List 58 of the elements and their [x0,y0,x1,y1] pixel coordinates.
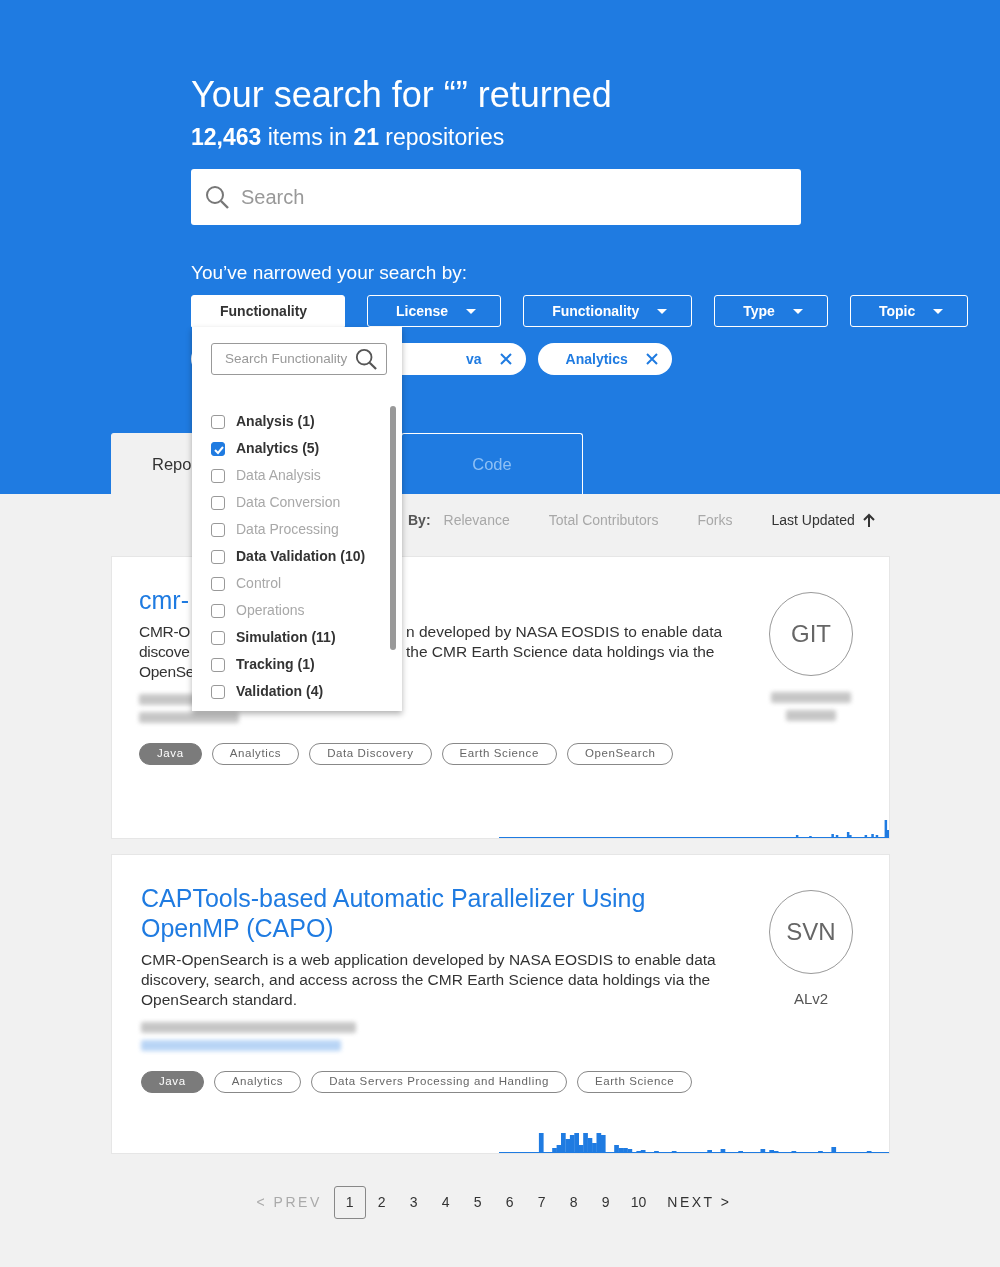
close-icon [499,353,512,365]
checkbox[interactable] [211,414,225,429]
filter-option[interactable]: Tracking (1) [211,651,387,678]
caret-icon [933,308,944,314]
repository-title-link[interactable]: CAPTools-based Automatic Parallelizer Using OpenMP (CAPO) [141,883,701,943]
checkbox[interactable] [211,441,225,456]
checkbox[interactable] [211,684,225,699]
search-result-heading: Your search for “” returned [191,74,613,116]
close-icon [645,353,658,365]
filter-option[interactable]: Simulation (11) [211,624,387,651]
next-page-link[interactable]: NEXT > [655,1192,744,1213]
page-link[interactable]: 9 [589,1186,622,1219]
blurred-text [786,710,836,721]
page-link[interactable]: 2 [365,1186,398,1219]
arrow-up-icon [862,512,875,528]
tag[interactable]: Java [139,743,202,765]
filter-caption: You’ve narrowed your search by: [191,260,468,285]
description-text: the CMR Earth Science data holdings via the [406,642,715,662]
page-link[interactable]: 1 [333,1186,366,1219]
search-icon [355,348,377,370]
description-text: CMR-O [139,623,191,640]
sort-label: By: [408,510,431,530]
sort-option[interactable]: Last Updated [771,509,875,531]
filter-chip[interactable]: Analytics [537,343,672,375]
page-link[interactable]: 10 [621,1186,656,1219]
page-link[interactable]: 7 [525,1186,558,1219]
result-summary: 12,463 items in 21 repositories [191,123,506,152]
page-link[interactable]: 8 [557,1186,590,1219]
filter-option[interactable]: Data Validation (10) [211,543,387,570]
caret-icon [657,308,668,314]
page-link[interactable]: 4 [429,1186,462,1219]
filter-dropdown-button[interactable]: License [367,295,502,327]
license-label: ALv2 [793,989,829,1009]
caret-icon [466,308,477,314]
description-text: n developed by NASA EOSDIS to enable data [406,622,723,642]
filter-dropdown-button[interactable]: Functionality [191,295,345,327]
filter-dropdown-button[interactable]: Topic [849,295,969,327]
page-link[interactable]: 6 [493,1186,526,1219]
scrollbar[interactable] [390,406,396,650]
repository-title-link[interactable]: cmr- [139,585,189,615]
filter-option[interactable]: Validation (4) [211,678,387,705]
page-link[interactable]: 5 [461,1186,494,1219]
caret-icon [792,308,803,314]
menu-search-bar[interactable]: Search Functionality [211,343,387,375]
filter-dropdown-button[interactable]: Functionality [523,295,693,327]
page-link[interactable]: 3 [397,1186,430,1219]
filter-option[interactable]: Analytics (5) [211,435,387,462]
search-icon [205,184,229,209]
description-text: OpenSe [139,663,195,680]
repository-description: CMR-OpenSearch is a web application developed by NASA EOSDIS to enable data discovery, search, and access across the CMR Earth Science data holdings via the OpenSearch standard. [141,950,717,1010]
checkbox[interactable] [211,549,225,564]
search-bar[interactable]: Search [191,168,801,225]
filter-option[interactable]: Analysis (1) [211,408,387,435]
tag[interactable]: Java [141,1071,204,1093]
filter-dropdown-button[interactable]: Type [714,295,828,327]
checkbox[interactable] [211,630,225,645]
description-text: discove [139,643,190,660]
checkbox[interactable] [211,657,225,672]
